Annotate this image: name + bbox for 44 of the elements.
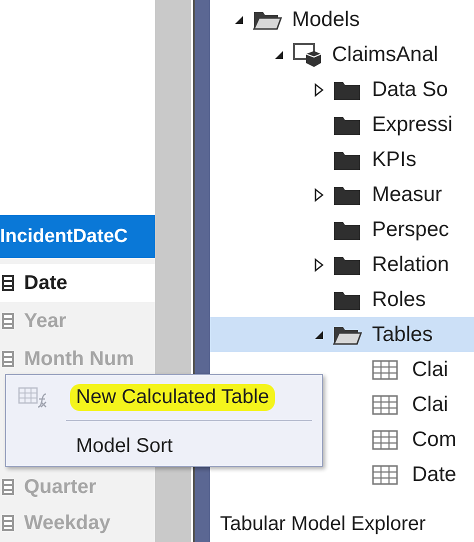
menu-item-label: New Calculated Table <box>70 384 276 410</box>
model-icon <box>292 42 322 68</box>
menu-item-label: Model Sort <box>75 434 174 458</box>
tree-label: Data So <box>372 78 448 102</box>
tree-item[interactable]: Tables <box>210 317 474 352</box>
table-icon <box>372 464 400 486</box>
collapsed-arrow-icon[interactable] <box>314 258 324 272</box>
tree-label: Date <box>412 462 456 486</box>
tree-item[interactable]: Relation <box>210 247 474 282</box>
tree-item[interactable]: Measur <box>210 177 474 212</box>
tree-label: Measur <box>372 182 442 206</box>
tree-label: Relation <box>372 252 450 276</box>
tree-item[interactable]: Models <box>210 2 474 37</box>
tree-item[interactable]: Roles <box>210 282 474 317</box>
table-icon <box>372 428 400 450</box>
column-icon <box>2 515 14 531</box>
tree-label: Clai <box>412 392 448 416</box>
tree-label: Com <box>412 428 456 452</box>
collapsed-arrow-icon[interactable] <box>314 82 324 96</box>
tree-label: KPIs <box>372 148 416 172</box>
tree-item[interactable]: Expressi <box>210 107 474 142</box>
column-icon <box>2 479 14 495</box>
column-icon <box>2 313 14 329</box>
tree-label: Roles <box>372 288 426 312</box>
tree-label: Expressi <box>372 112 453 136</box>
tree-label: Perspec <box>372 218 450 242</box>
expanded-arrow-icon[interactable] <box>314 330 324 340</box>
tree-label: Clai <box>412 358 448 382</box>
tree-label: Models <box>292 8 360 32</box>
tree-label: ClaimsAnal <box>332 42 438 66</box>
tree-item[interactable]: Perspec <box>210 212 474 247</box>
tree-item[interactable]: KPIs <box>210 142 474 177</box>
collapsed-arrow-icon[interactable] <box>314 188 324 202</box>
tree-item[interactable]: ClaimsAnal <box>210 37 474 72</box>
table-icon <box>372 358 400 380</box>
tree-label: Tables <box>372 322 433 346</box>
expanded-arrow-icon[interactable] <box>274 50 284 60</box>
calculated-table-icon <box>18 386 48 408</box>
table-icon <box>372 394 400 416</box>
column-icon <box>2 351 14 367</box>
expanded-arrow-icon[interactable] <box>234 14 244 24</box>
table-header[interactable]: IncidentDateC <box>0 215 155 258</box>
tree-item[interactable]: Data So <box>210 72 474 107</box>
column-name[interactable]: Date <box>24 272 68 294</box>
